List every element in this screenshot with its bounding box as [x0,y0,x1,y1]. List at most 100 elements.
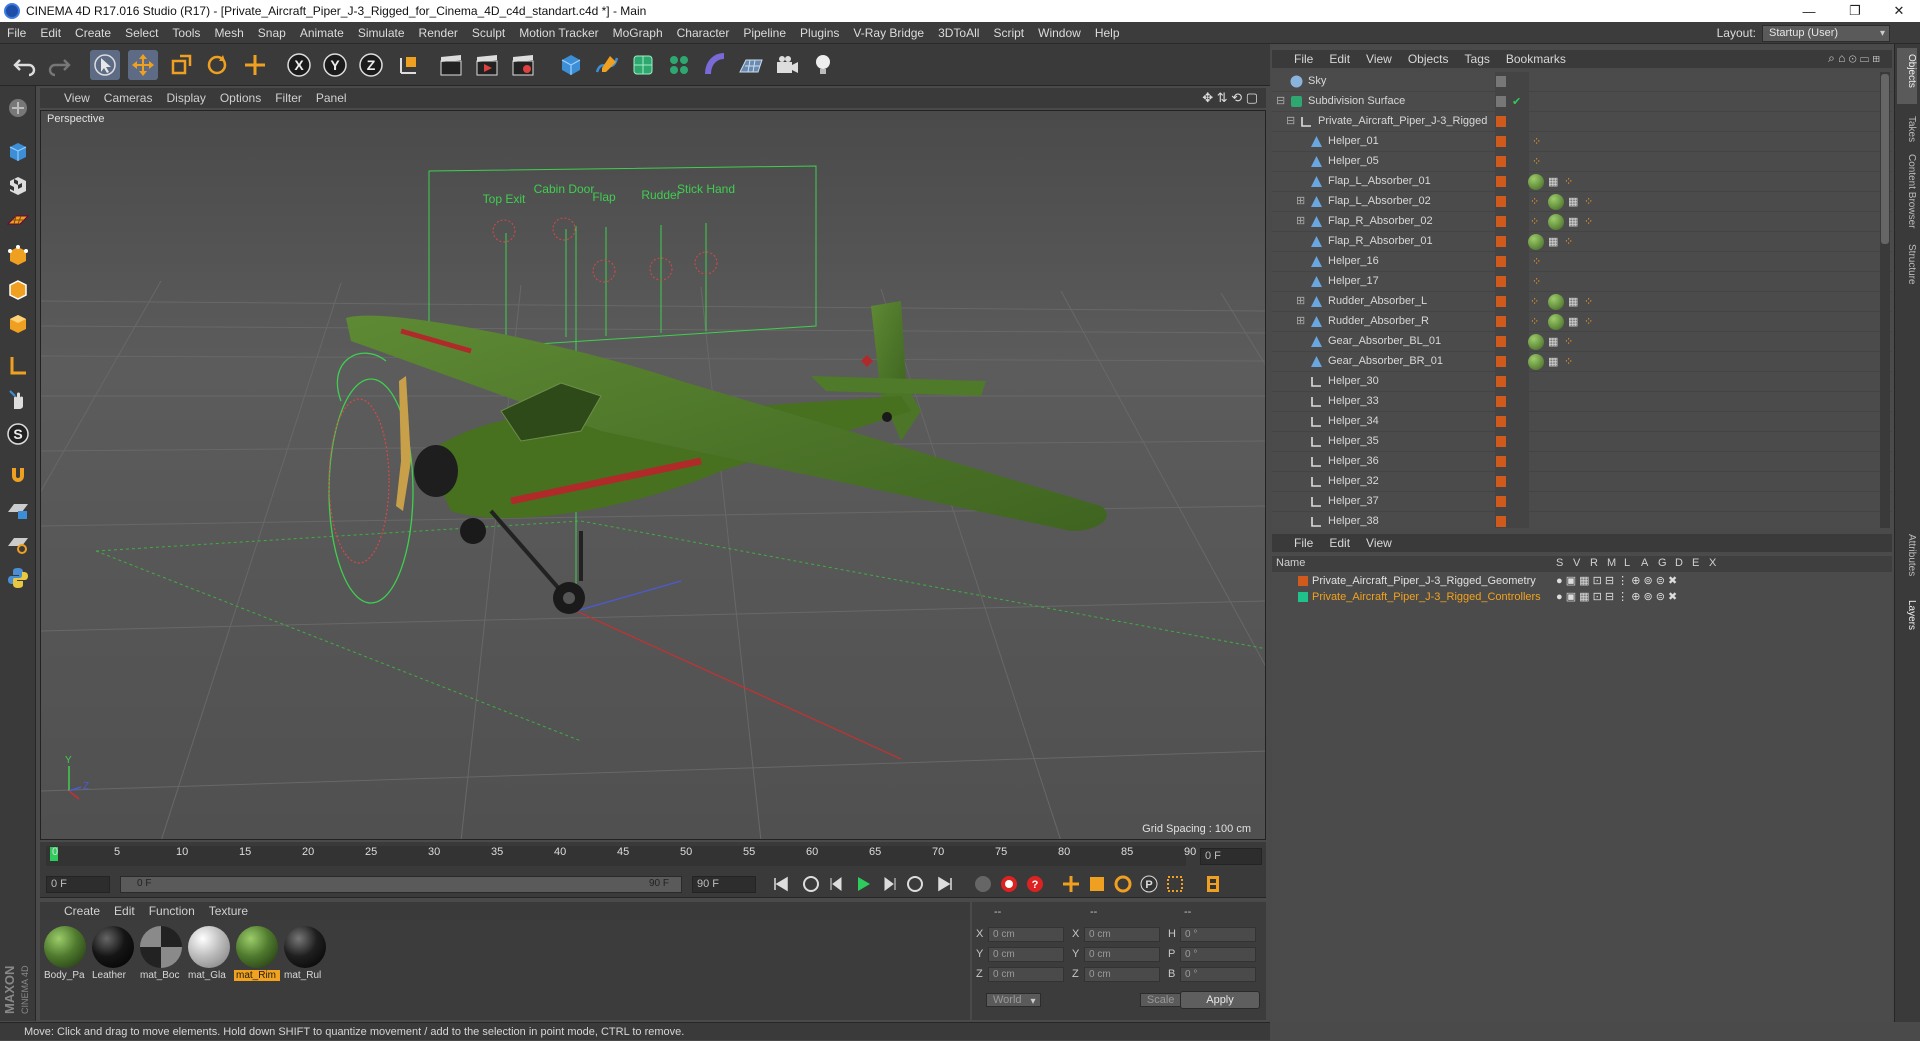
object-list-scrollbar[interactable] [1880,72,1890,528]
objects-menu-file[interactable]: File [1272,52,1321,66]
position-y-field[interactable]: 0 cm [988,947,1064,962]
object-row-subdivision-surface[interactable]: ⊟ Subdivision Surface ✔ [1272,92,1892,112]
layout-dropdown[interactable]: Startup (User) [1762,24,1890,42]
object-row-gear-absorber-br-01[interactable]: Gear_Absorber_BR_01 ▦ ⁘ [1272,352,1892,372]
material-glass[interactable]: mat_Gla [186,926,232,981]
make-editable-button[interactable] [4,94,32,122]
timeline-ruler[interactable]: 0 5 10 15 20 25 30 35 40 45 50 55 60 65 … [40,842,1266,870]
object-row-flap-l-absorber-01[interactable]: Flap_L_Absorber_01 ▦ ⁘ [1272,172,1892,192]
object-row-helper-34[interactable]: Helper_34 [1272,412,1892,432]
key-position-button[interactable] [1060,874,1082,894]
menu-vray-bridge[interactable]: V-Ray Bridge [846,26,931,40]
texture-tag-icon[interactable]: ▦ [1548,335,1558,348]
ik-tag-icon[interactable]: ⁘ [1530,295,1539,308]
menu-script[interactable]: Script [986,26,1031,40]
size-y-field[interactable]: 0 cm [1084,947,1160,962]
ik-tag-icon[interactable]: ⁘ [1584,295,1593,308]
expand-toggle[interactable]: ⊞ [1296,214,1305,227]
objects-menu-tags[interactable]: Tags [1457,52,1498,66]
objects-menu-bookmarks[interactable]: Bookmarks [1498,52,1574,66]
snap-button[interactable]: S [4,420,32,448]
locked-workplane-button[interactable] [4,530,32,558]
tab-structure[interactable]: Structure [1899,244,1917,285]
material-menu-edit[interactable]: Edit [107,904,142,918]
render-to-picture-viewer-button[interactable] [472,50,502,80]
coordinate-system-button[interactable] [394,50,424,80]
key-pla-button[interactable] [1164,874,1186,894]
material-body[interactable]: mat_Boc [138,926,184,981]
rotation-b-field[interactable]: 0 ° [1180,967,1256,982]
texture-tag-icon[interactable]: ▦ [1568,295,1578,308]
ik-tag-icon[interactable]: ⁘ [1584,315,1593,328]
scrollbar-thumb[interactable] [1881,74,1889,244]
menu-create[interactable]: Create [68,26,118,40]
layer-color-swatch[interactable] [1298,576,1308,586]
recent-tool-button[interactable] [240,50,270,80]
next-key-button[interactable] [904,874,926,894]
rotate-tool-button[interactable] [202,50,232,80]
enabled-check-icon[interactable]: ✔ [1512,95,1521,108]
go-to-start-button[interactable] [770,874,792,894]
viewport-menu-filter[interactable]: Filter [268,91,309,105]
menu-plugins[interactable]: Plugins [793,26,846,40]
object-manager-search-icon[interactable]: ⌕ ⌂ ⊙ ▭ ⊞ [1828,51,1880,66]
close-button[interactable]: ✕ [1876,0,1920,22]
python-button[interactable] [4,564,32,592]
tab-objects[interactable]: Objects [1899,54,1917,88]
menu-mesh[interactable]: Mesh [207,26,250,40]
position-x-field[interactable]: 0 cm [988,927,1064,942]
layers-menu-view[interactable]: View [1358,536,1400,550]
add-cube-button[interactable] [556,50,586,80]
menu-window[interactable]: Window [1031,26,1088,40]
texture-tag-icon[interactable]: ▦ [1568,195,1578,208]
material-menu-create[interactable]: Create [40,904,107,918]
material-menu-function[interactable]: Function [142,904,202,918]
material-body-paint[interactable]: Body_Pa [42,926,88,981]
timeline-window-button[interactable] [1202,874,1224,894]
workplane-mode-button[interactable] [4,206,32,234]
viewport-menu-panel[interactable]: Panel [309,91,354,105]
menu-character[interactable]: Character [670,26,737,40]
object-row-rudder-absorber-l[interactable]: ⊞ Rudder_Absorber_L ⁘ ▦ ⁘ [1272,292,1892,312]
rotation-h-field[interactable]: 0 ° [1180,927,1256,942]
ik-tag-icon[interactable]: ⁘ [1532,275,1541,288]
material-tag-icon[interactable] [1528,234,1544,250]
material-tag-icon[interactable] [1528,334,1544,350]
object-row-flap-r-absorber-02[interactable]: ⊞ Flap_R_Absorber_02 ⁘ ▦ ⁘ [1272,212,1892,232]
object-row-sky[interactable]: Sky [1272,72,1892,92]
material-menu-texture[interactable]: Texture [202,904,255,918]
material-rim[interactable]: mat_Rim [234,926,280,981]
material-leather[interactable]: Leather [90,926,136,981]
layer-row-geometry[interactable]: Private_Aircraft_Piper_J-3_Rigged_Geomet… [1272,574,1892,589]
menu-animate[interactable]: Animate [293,26,351,40]
add-camera-button[interactable] [772,50,802,80]
texture-tag-icon[interactable]: ▦ [1548,235,1558,248]
layer-flag-icons[interactable]: ● ▣ ▦ ⊡ ⊟ ⋮ ⊕ ⊚ ⊜ ✖ [1556,590,1677,603]
key-rotation-button[interactable] [1112,874,1134,894]
x-axis-lock-button[interactable]: X [284,50,314,80]
scale-tool-button[interactable] [166,50,196,80]
viewport-menu-cameras[interactable]: Cameras [97,91,160,105]
object-row-flap-l-absorber-02[interactable]: ⊞ Flap_L_Absorber_02 ⁘ ▦ ⁘ [1272,192,1892,212]
menu-pipeline[interactable]: Pipeline [736,26,793,40]
menu-mograph[interactable]: MoGraph [606,26,670,40]
ik-tag-icon[interactable]: ⁘ [1530,215,1539,228]
tab-layers[interactable]: Layers [1899,600,1917,630]
objects-menu-edit[interactable]: Edit [1321,52,1358,66]
tweak-mode-button[interactable] [4,386,32,414]
texture-tag-icon[interactable]: ▦ [1568,315,1578,328]
menu-simulate[interactable]: Simulate [351,26,412,40]
object-row-helper-01[interactable]: Helper_01 ⁘ [1272,132,1892,152]
previous-key-button[interactable] [800,874,822,894]
next-frame-button[interactable] [878,874,900,894]
object-row-helper-16[interactable]: Helper_16 ⁘ [1272,252,1892,272]
layer-row-controllers[interactable]: Private_Aircraft_Piper_J-3_Rigged_Contro… [1272,590,1892,605]
menu-motion-tracker[interactable]: Motion Tracker [512,26,605,40]
ik-tag-icon[interactable]: ⁘ [1584,195,1593,208]
texture-tag-icon[interactable]: ▦ [1548,355,1558,368]
workplane-lock-button[interactable] [4,496,32,524]
object-row-helper-17[interactable]: Helper_17 ⁘ [1272,272,1892,292]
texture-tag-icon[interactable]: ▦ [1568,215,1578,228]
add-deformer-button[interactable] [700,50,730,80]
layer-flag-icons[interactable]: ● ▣ ▦ ⊡ ⊟ ⋮ ⊕ ⊚ ⊜ ✖ [1556,574,1677,587]
